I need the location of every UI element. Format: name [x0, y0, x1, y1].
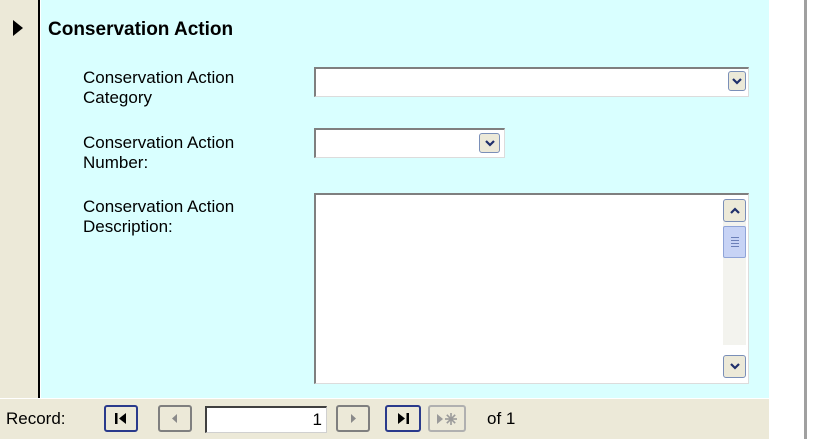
scroll-thumb-grip: [730, 243, 739, 244]
chevron-down-icon: [484, 139, 495, 147]
record-label: Record:: [6, 409, 66, 428]
last-record-icon: [398, 413, 409, 424]
right-gutter: [769, 0, 817, 439]
first-record-icon: [115, 413, 126, 424]
number-label-line2: Number:: [83, 153, 149, 172]
last-record-button[interactable]: [385, 405, 421, 432]
scroll-down-button[interactable]: [723, 355, 746, 378]
category-label: Conservation Action Category: [83, 68, 303, 108]
record-count: of 1: [487, 409, 515, 429]
current-record-value: 1: [312, 410, 322, 429]
category-dropdown-button[interactable]: [728, 71, 746, 91]
total-records: 1: [505, 409, 516, 428]
window-divider: [804, 0, 807, 439]
scroll-thumb-grip: [730, 246, 739, 247]
scroll-thumb-grip: [730, 237, 739, 238]
of-label: of: [487, 409, 502, 428]
next-record-button[interactable]: [336, 405, 370, 432]
new-record-button[interactable]: [428, 405, 466, 432]
description-label-line1: Conservation Action: [83, 197, 235, 216]
arrow-up-icon: [729, 207, 740, 214]
record-pointer-icon: [13, 20, 23, 36]
scroll-thumb[interactable]: [723, 226, 746, 258]
description-textarea[interactable]: [314, 193, 749, 384]
record-selector-strip[interactable]: [0, 0, 40, 398]
next-record-icon: [351, 414, 356, 423]
number-label-line1: Conservation Action: [83, 133, 235, 152]
scroll-up-button[interactable]: [723, 199, 746, 222]
number-dropdown-button[interactable]: [479, 133, 500, 153]
previous-record-icon: [172, 414, 177, 423]
section-title: Conservation Action: [48, 19, 234, 40]
first-record-button[interactable]: [104, 405, 138, 432]
scroll-thumb-grip: [730, 240, 739, 241]
current-record-input[interactable]: 1: [205, 406, 327, 433]
new-record-icon: [437, 412, 457, 425]
number-combobox[interactable]: [314, 128, 505, 158]
arrow-down-icon: [729, 363, 740, 370]
chevron-down-icon: [732, 77, 742, 85]
category-label-line1: Conservation Action: [83, 68, 235, 87]
number-label: Conservation Action Number:: [83, 133, 303, 173]
description-label-line2: Description:: [83, 217, 173, 236]
category-combobox[interactable]: [314, 67, 749, 97]
category-label-line2: Category: [83, 88, 152, 107]
description-label: Conservation Action Description:: [83, 197, 303, 237]
previous-record-button[interactable]: [158, 405, 192, 432]
